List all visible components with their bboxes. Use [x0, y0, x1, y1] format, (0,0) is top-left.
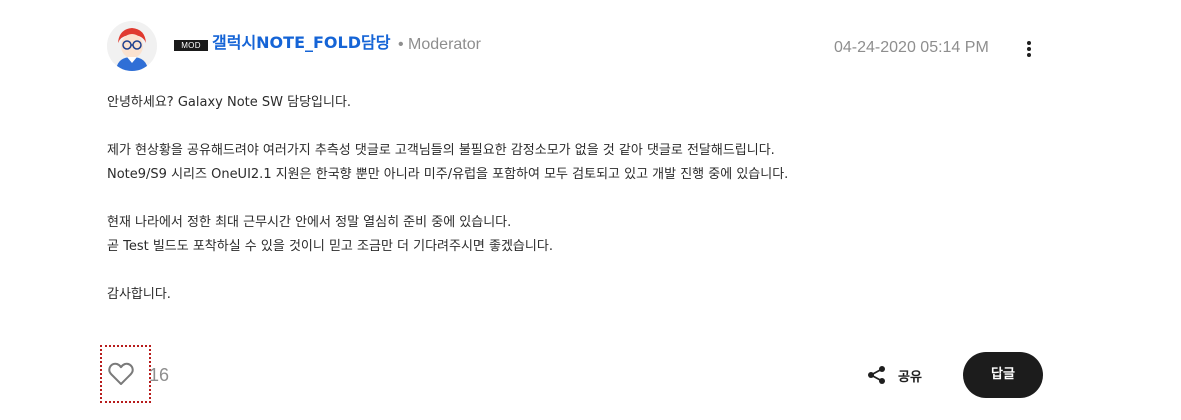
heart-outline-icon [108, 362, 134, 385]
author-role: • Moderator [398, 36, 481, 53]
reply-button[interactable]: 답글 [963, 352, 1043, 398]
share-label: 공유 [898, 369, 922, 385]
moderator-badge: MOD [174, 40, 208, 51]
author-name-link[interactable]: 갤럭시NOTE_FOLD담당 [212, 32, 390, 54]
post-line: 제가 현상황을 공유해드려야 여러가지 추측성 댓글로 고객님들의 불필요한 감… [107, 143, 775, 158]
avatar[interactable] [107, 21, 157, 71]
post-body: 안녕하세요? Galaxy Note SW 담당입니다. 제가 현상황을 공유해… [107, 91, 1067, 307]
post-line: 현재 나라에서 정한 최대 근무시간 안에서 정말 열심히 준비 중에 있습니다… [107, 215, 512, 230]
avatar-illustration-icon [107, 21, 157, 71]
share-icon [868, 366, 885, 384]
post-line-blank [107, 259, 1067, 283]
like-button[interactable] [100, 345, 151, 403]
share-button[interactable]: 공유 [866, 361, 922, 389]
post-line: Note9/S9 시리즈 OneUI2.1 지원은 한국향 뿐만 아니라 미주/… [107, 167, 789, 182]
post-line-blank [107, 115, 1067, 139]
more-options-button[interactable] [1018, 38, 1040, 60]
more-vertical-icon [1027, 41, 1031, 57]
like-count: 16 [149, 365, 170, 385]
post-line: 감사합니다. [107, 287, 171, 302]
post-line: 곧 Test 빌드도 포착하실 수 있을 것이니 믿고 조금만 더 기다려주시면… [107, 239, 553, 254]
post-timestamp: 04-24-2020 05:14 PM [834, 39, 989, 56]
post-line: 안녕하세요? Galaxy Note SW 담당입니다. [107, 95, 352, 110]
post-line-blank [107, 187, 1067, 211]
